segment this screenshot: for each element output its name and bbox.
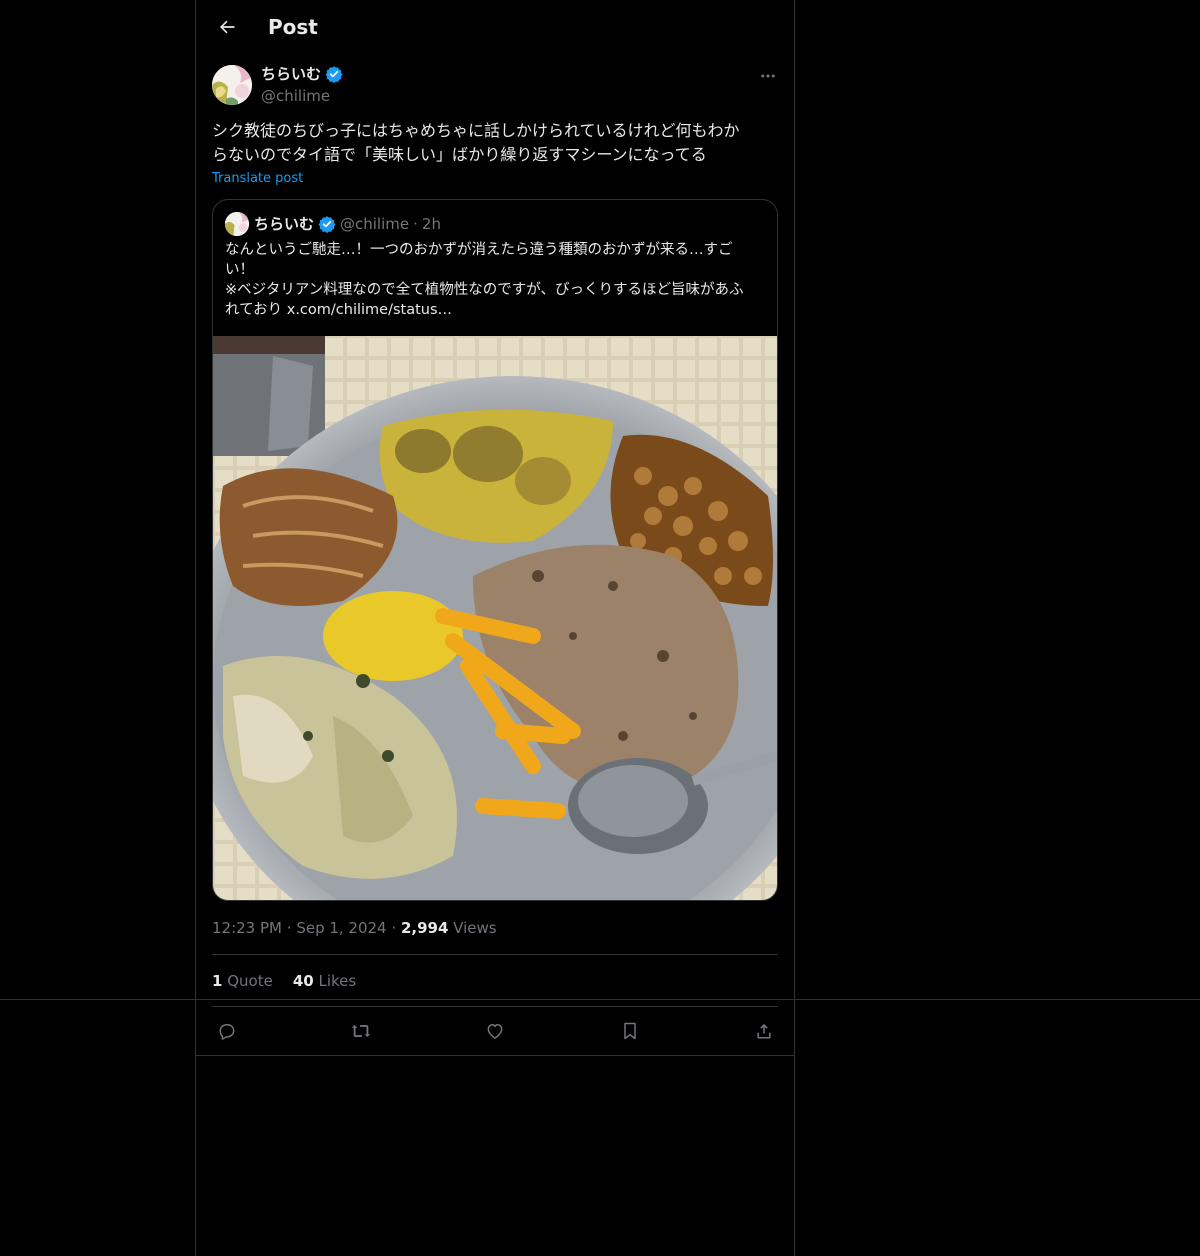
author-name-text: ちらいむ: [261, 65, 322, 83]
translate-post-link[interactable]: Translate post: [212, 171, 303, 187]
meta-divider: [212, 954, 778, 955]
stats-divider: [212, 1006, 778, 1007]
page-title: Post: [268, 15, 318, 39]
action-bar-divider: [196, 1055, 794, 1056]
likes-count: 40: [292, 972, 314, 990]
repost-button[interactable]: [346, 1016, 376, 1046]
like-icon: [487, 1024, 503, 1039]
views-label: Views: [453, 919, 497, 937]
quote-label: Quote: [227, 972, 273, 990]
back-button[interactable]: [212, 12, 242, 42]
food-plate-image[interactable]: [213, 336, 777, 900]
avatar[interactable]: [212, 65, 252, 105]
like-button[interactable]: [480, 1016, 510, 1046]
verified-badge-icon: [318, 215, 336, 233]
reply-icon: [219, 1024, 235, 1040]
main-column: Post ちらいむ @chilime シク教徒のちびっ子にはちゃめちゃに話しかけ…: [195, 0, 795, 1256]
share-button[interactable]: [749, 1016, 779, 1046]
verified-badge-icon: [325, 65, 343, 83]
views-count: 2,994: [400, 919, 449, 937]
post-date[interactable]: Sep 1, 2024: [296, 919, 386, 937]
bookmark-button[interactable]: [615, 1016, 645, 1046]
repost-icon: [351, 1025, 371, 1037]
post-time[interactable]: 12:23 PM: [212, 919, 282, 937]
dot-separator: ·: [391, 919, 401, 937]
dot-separator: ·: [286, 919, 297, 937]
quoted-age: 2h: [421, 215, 441, 233]
post-text: シク教徒のちびっ子にはちゃめちゃに話しかけられているけれど何もわか らないのでタ…: [212, 121, 740, 164]
more-icon: [761, 74, 775, 78]
post-timestamp: 12:23 PM · Sep 1, 2024 · 2,994 Views: [212, 918, 497, 938]
author-handle[interactable]: @chilime: [261, 86, 330, 106]
engagement-stats: 1 Quote 40 Likes: [212, 971, 356, 991]
dot-separator: ·: [413, 215, 418, 233]
author-name[interactable]: ちらいむ: [261, 64, 343, 84]
bookmark-icon: [624, 1022, 636, 1040]
more-options-button[interactable]: [758, 66, 778, 86]
quoted-avatar: [225, 212, 249, 236]
reply-button[interactable]: [212, 1016, 242, 1046]
quoted-text: なんというご馳走…！一つのおかずが消えたら違う種類のおかずが来る…すご い！ ※…: [225, 242, 744, 318]
arrow-left-icon: [219, 20, 235, 34]
action-bar: [212, 1016, 778, 1046]
quotes-stat[interactable]: 1 Quote: [212, 971, 273, 991]
quoted-header: ちらいむ @chilime · 2h: [254, 213, 441, 235]
share-icon: [757, 1023, 771, 1039]
quoted-author-name: ちらいむ: [254, 215, 315, 233]
quoted-author-handle: @chilime: [340, 215, 410, 233]
likes-label: Likes: [318, 972, 357, 990]
quote-count: 1: [212, 972, 223, 990]
likes-stat[interactable]: 40 Likes: [293, 971, 356, 991]
quoted-post[interactable]: ちらいむ @chilime · 2h なんというご馳走…！一つのおかずが消えたら…: [212, 199, 778, 901]
